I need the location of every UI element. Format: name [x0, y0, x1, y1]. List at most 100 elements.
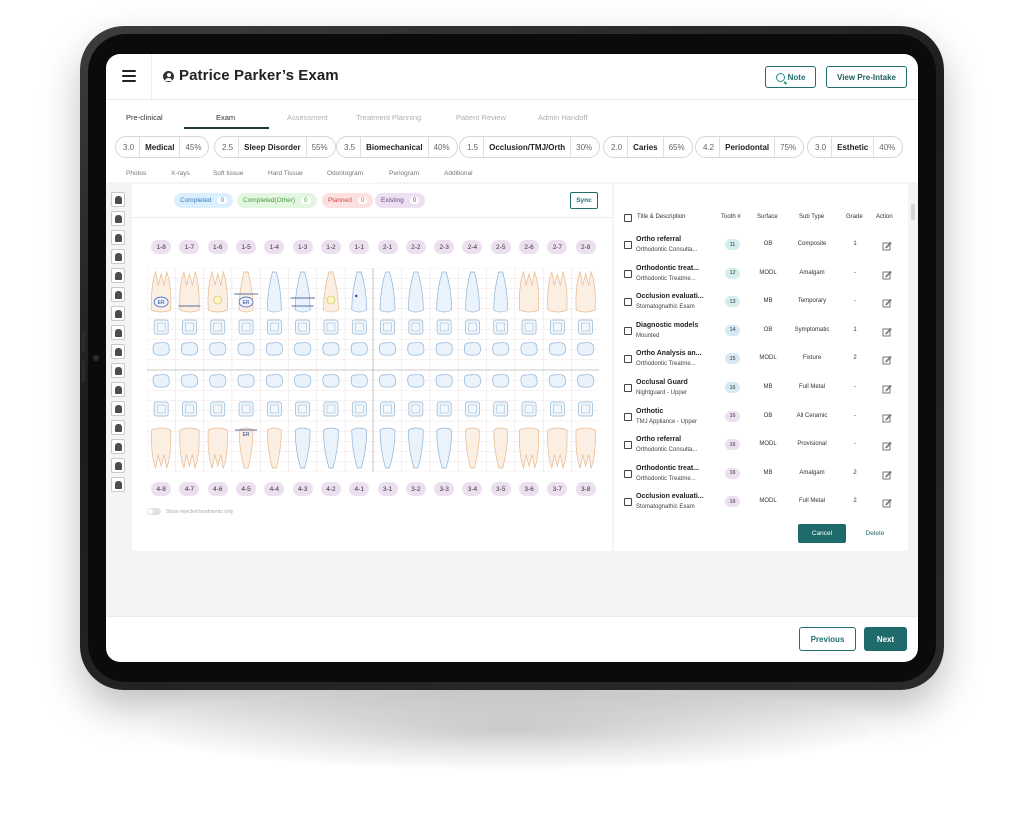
tab-treatment-planning[interactable]: Treatment Planning	[356, 113, 421, 122]
tooth-number[interactable]: 3-8	[575, 482, 596, 496]
edit-icon[interactable]	[882, 295, 892, 308]
table-row[interactable]: Ortho referral Orthodontic Consulta... 11 O…	[614, 232, 908, 260]
tooth-tool-button[interactable]	[111, 306, 125, 321]
row-checkbox[interactable]	[624, 498, 632, 507]
score-pill[interactable]: 2.5 Sleep Disorder 55%	[214, 136, 336, 158]
previous-button[interactable]: Previous	[799, 627, 856, 651]
tooth-number[interactable]: 2-3	[434, 240, 455, 254]
table-row[interactable]: Occlusion evaluati... Stomatognathic Exam…	[614, 489, 908, 517]
score-pill[interactable]: 3.5 Biomechanical 40%	[336, 136, 458, 158]
tooth-number[interactable]: 4-4	[264, 482, 285, 496]
tooth-number[interactable]: 1-2	[320, 240, 341, 254]
view-pre-intake-button[interactable]: View Pre-Intake	[826, 66, 907, 88]
score-pill[interactable]: 3.0 Medical 45%	[115, 136, 210, 158]
score-pill[interactable]: 4.2 Periodontal 75%	[695, 136, 805, 158]
edit-icon[interactable]	[882, 352, 892, 365]
legend-existing[interactable]: Existing 0	[375, 193, 426, 208]
tooth-number[interactable]: 4-7	[179, 482, 200, 496]
edit-icon[interactable]	[882, 410, 892, 422]
tooth-number[interactable]: 2-1	[377, 240, 398, 254]
tooth-number[interactable]: 3-3	[434, 482, 455, 496]
tooth-number[interactable]: 4-3	[292, 482, 313, 496]
table-row[interactable]: Orthotic TMJ Appliance - Upper 16 OB All Cer…	[614, 404, 908, 432]
subtab-photos[interactable]: Photos	[126, 170, 146, 177]
table-scrollbar[interactable]	[911, 204, 915, 220]
tooth-tool-button[interactable]	[111, 439, 125, 454]
row-checkbox[interactable]	[624, 412, 632, 421]
subtab-hard-tissue[interactable]: Hard Tissue	[268, 170, 303, 177]
legend-completed-other-[interactable]: Completed(Other) 0	[237, 193, 317, 208]
tooth-number[interactable]: 4-6	[207, 482, 228, 496]
tooth-tool-button[interactable]	[111, 249, 125, 264]
tooth-tool-button[interactable]	[111, 382, 125, 397]
table-row[interactable]: Orthodontic treat... Orthodontic Treatme.…	[614, 261, 908, 289]
tooth-number[interactable]: 4-2	[320, 482, 341, 496]
subtab-soft-tissue[interactable]: Soft tissue	[213, 170, 243, 177]
row-checkbox[interactable]	[624, 298, 632, 307]
subtab-x-rays[interactable]: X-rays	[171, 170, 190, 177]
edit-icon[interactable]	[882, 238, 892, 251]
tooth-number[interactable]: 1-1	[349, 240, 370, 254]
tooth-number[interactable]: 3-6	[519, 482, 540, 496]
sync-button[interactable]: Sync	[570, 192, 598, 209]
table-row[interactable]: Ortho referral Orthodontic Consulta... 16 M…	[614, 432, 908, 460]
subtab-periogram[interactable]: Periogram	[389, 170, 419, 177]
tooth-number[interactable]: 2-7	[547, 240, 568, 254]
tooth-tool-button[interactable]	[111, 230, 125, 245]
tooth-tool-button[interactable]	[111, 458, 125, 473]
tooth-number[interactable]: 4-8	[151, 482, 172, 496]
score-pill[interactable]: 3.0 Esthetic 40%	[807, 136, 904, 158]
legend-planned[interactable]: Planned 0	[322, 193, 374, 208]
row-checkbox[interactable]	[624, 355, 632, 364]
rejected-toggle[interactable]	[147, 508, 161, 515]
tab-admin-handoff[interactable]: Admin Handoff	[538, 113, 587, 122]
tab-assessment[interactable]: Assessment	[287, 113, 328, 122]
tooth-number[interactable]: 2-6	[519, 240, 540, 254]
tooth-tool-button[interactable]	[111, 420, 125, 435]
table-row[interactable]: Occlusion evaluati... Stomatognathic Exam…	[614, 289, 908, 317]
edit-icon[interactable]	[882, 467, 892, 480]
tab-patient-review[interactable]: Patient Review	[456, 113, 506, 122]
tooth-number[interactable]: 1-7	[179, 240, 200, 254]
tooth-number[interactable]: 1-3	[292, 240, 313, 254]
tooth-number[interactable]: 3-7	[547, 482, 568, 496]
row-checkbox[interactable]	[624, 269, 632, 278]
score-pill[interactable]: 1.5 Occlusion/TMJ/Orth 30%	[459, 136, 601, 158]
tooth-number[interactable]: 1-5	[236, 240, 257, 254]
note-button[interactable]: Note	[765, 66, 816, 88]
select-all-checkbox[interactable]	[624, 214, 632, 222]
tab-exam[interactable]: Exam	[216, 113, 235, 122]
row-checkbox[interactable]	[624, 326, 632, 335]
score-pill[interactable]: 2.0 Caries 65%	[603, 136, 693, 158]
cancel-button[interactable]: Cancel	[798, 524, 846, 543]
tooth-tool-button[interactable]	[111, 211, 125, 226]
tooth-tool-button[interactable]	[111, 344, 125, 359]
table-row[interactable]: Occlusal Guard Nightguard - Upper 16 MB Full…	[614, 375, 908, 403]
next-button[interactable]: Next	[864, 627, 907, 651]
tooth-number[interactable]: 1-6	[207, 240, 228, 254]
row-checkbox[interactable]	[624, 441, 632, 450]
tooth-number[interactable]: 2-4	[462, 240, 483, 254]
row-checkbox[interactable]	[624, 469, 632, 478]
tooth-number[interactable]: 2-2	[405, 240, 426, 254]
edit-icon[interactable]	[882, 324, 892, 337]
menu-icon[interactable]	[122, 70, 136, 82]
delete-button[interactable]: Delete	[858, 524, 892, 543]
tooth-tool-button[interactable]	[111, 477, 125, 492]
tooth-tool-button[interactable]	[111, 287, 125, 302]
subtab-additional[interactable]: Additional	[444, 170, 473, 177]
tooth-tool-button[interactable]	[111, 192, 125, 207]
tooth-number[interactable]: 2-8	[575, 240, 596, 254]
edit-icon[interactable]	[882, 495, 892, 508]
tooth-number[interactable]: 3-1	[377, 482, 398, 496]
tooth-tool-button[interactable]	[111, 363, 125, 378]
table-row[interactable]: Ortho Analysis an... Orthodontic Treatme.…	[614, 346, 908, 374]
tooth-number[interactable]: 3-5	[490, 482, 511, 496]
edit-icon[interactable]	[882, 381, 892, 394]
table-row[interactable]: Orthodontic treat... Orthodontic Treatme.…	[614, 461, 908, 489]
tooth-number[interactable]: 3-4	[462, 482, 483, 496]
tab-pre-clinical[interactable]: Pre-clinical	[126, 113, 163, 122]
subtab-odontogram[interactable]: Odontogram	[327, 170, 363, 177]
odontogram-chart[interactable]: ER ER ER	[147, 268, 599, 472]
tooth-tool-button[interactable]	[111, 325, 125, 340]
